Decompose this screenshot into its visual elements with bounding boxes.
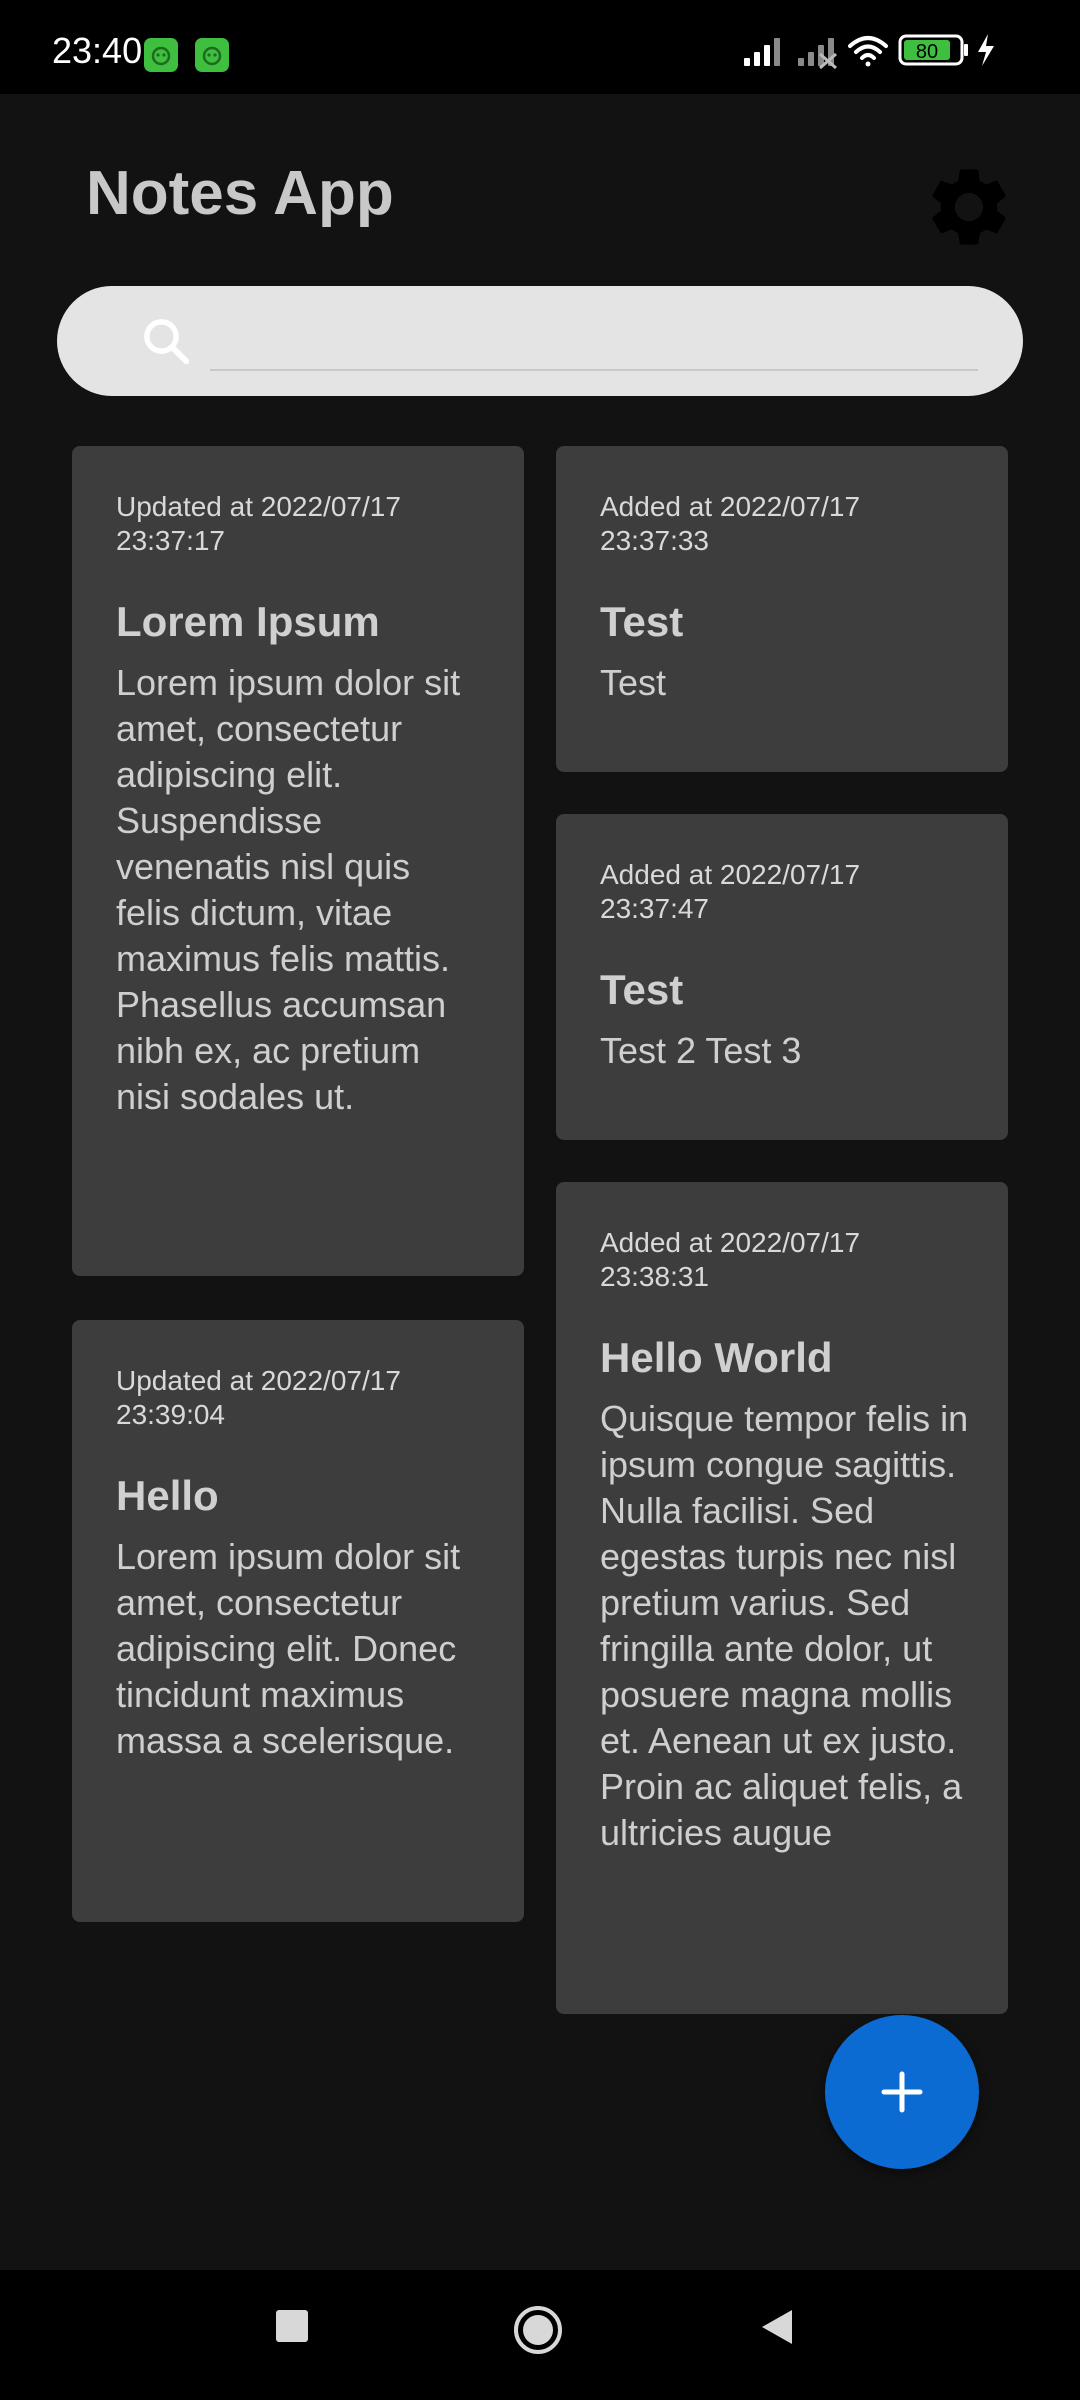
status-time: 23:40 [52,30,143,71]
note-timestamp: Updated at 2022/07/17 23:39:04 [116,1365,401,1430]
signal-icon [744,38,780,66]
note-card[interactable]: Added at 2022/07/17 23:37:47 Test Test 2… [556,814,1008,1140]
add-note-button[interactable] [825,2015,979,2169]
charging-icon [978,34,994,66]
note-timestamp: Added at 2022/07/17 23:37:47 [600,859,861,924]
note-card[interactable]: Added at 2022/07/17 23:37:33 Test Test [556,446,1008,772]
svg-text:80: 80 [916,41,938,63]
note-title: Lorem Ipsum [116,598,380,645]
app-notification-icon [144,38,178,72]
note-body: Quisque tempor felis in ipsum congue sag… [600,1398,969,1853]
search-underline [210,369,978,371]
recents-square-icon[interactable] [274,2308,310,2344]
note-title: Test [600,598,684,645]
home-circle-icon[interactable] [512,2304,564,2356]
note-body: Lorem ipsum dolor sit amet, consectetur … [116,1536,461,1761]
note-timestamp: Added at 2022/07/17 23:38:31 [600,1227,861,1292]
app-title: Notes App [86,159,394,228]
note-timestamp: Added at 2022/07/17 23:37:33 [600,491,861,556]
note-title: Hello World [600,1334,833,1381]
signal-off-icon [798,38,837,70]
status-bar: 23:40 80 [0,0,1080,94]
search-bar[interactable] [57,286,1023,396]
settings-gear-icon[interactable] [922,160,1016,254]
note-card[interactable]: Added at 2022/07/17 23:38:31 Hello World… [556,1182,1008,2014]
plus-icon [881,2071,923,2113]
battery-icon: 80 [898,34,968,66]
note-title: Hello [116,1472,219,1519]
note-card[interactable]: Updated at 2022/07/17 23:37:17 Lorem Ips… [72,446,524,1276]
search-input[interactable] [210,310,982,368]
note-title: Test [600,966,684,1013]
navigation-bar [0,2270,1080,2400]
note-body: Test [600,662,667,703]
status-icons: 80 [744,34,994,70]
search-icon [144,319,190,365]
back-triangle-icon[interactable] [758,2308,794,2346]
app-notification-icon [195,38,229,72]
note-timestamp: Updated at 2022/07/17 23:37:17 [116,491,401,556]
wifi-icon [848,36,888,67]
note-body: Test 2 Test 3 [600,1030,802,1071]
note-card[interactable]: Updated at 2022/07/17 23:39:04 Hello Lor… [72,1320,524,1922]
note-body: Lorem ipsum dolor sit amet, consectetur … [116,662,461,1117]
